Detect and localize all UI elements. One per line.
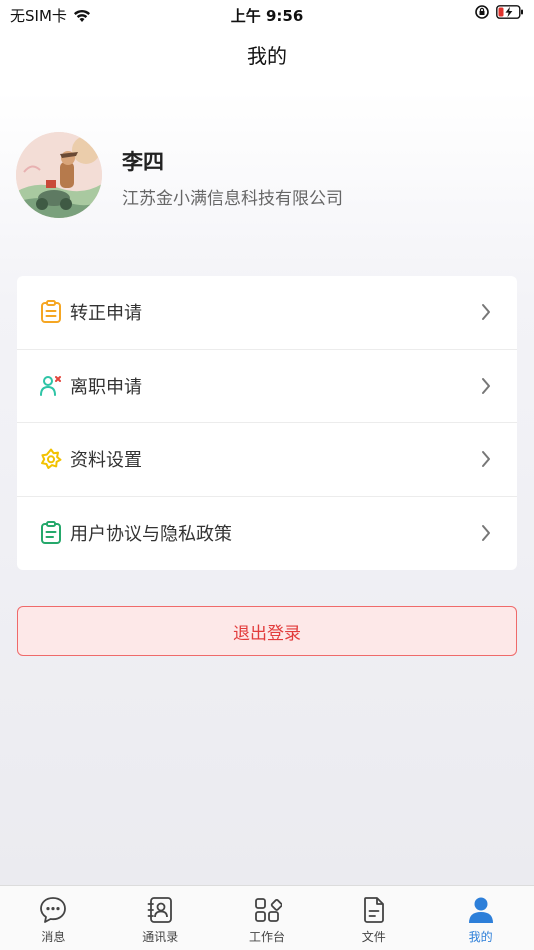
battery-charging-icon	[496, 5, 523, 19]
chevron-right-icon	[482, 451, 490, 467]
user-name: 李四	[122, 150, 164, 174]
menu-item-label: 离职申请	[70, 376, 142, 398]
profile-header[interactable]: 李四 江苏金小满信息科技有限公司	[16, 132, 516, 220]
person-icon	[468, 897, 493, 923]
chevron-right-icon	[482, 377, 490, 394]
menu-item-probation-application[interactable]: 转正申请	[17, 276, 517, 350]
avatar-illustration	[16, 132, 102, 218]
menu-item-profile-settings[interactable]: 资料设置	[17, 423, 517, 497]
menu-item-label: 资料设置	[70, 450, 142, 472]
tab-label: 我的	[468, 930, 493, 944]
page-title: 我的	[247, 44, 287, 68]
chat-bubble-icon	[40, 897, 67, 923]
workbench-icon	[255, 898, 282, 922]
company-name: 江苏金小满信息科技有限公司	[122, 189, 343, 209]
menu-item-resignation-application[interactable]: 离职申请	[17, 350, 517, 423]
flower-settings-icon	[39, 447, 63, 471]
chevron-right-icon	[482, 304, 490, 320]
chevron-right-icon	[482, 524, 490, 541]
tab-files[interactable]: 文件	[320, 886, 427, 950]
tab-messages[interactable]: 消息	[0, 886, 107, 950]
tab-workbench[interactable]: 工作台	[214, 886, 321, 950]
document-icon	[39, 521, 63, 545]
tab-contacts[interactable]: 通讯录	[107, 886, 214, 950]
menu-item-user-agreement-privacy[interactable]: 用户协议与隐私政策	[17, 497, 517, 571]
tab-label: 工作台	[248, 930, 285, 944]
tab-bar: 消息 通讯录 工作台 文件 我的	[0, 885, 534, 950]
settings-menu: 转正申请 离职申请 资料设置 用户协议与隐私政策	[17, 276, 517, 570]
logout-button[interactable]: 退出登录	[17, 606, 517, 656]
tab-me[interactable]: 我的	[427, 886, 534, 950]
status-time: 上午 9:56	[230, 7, 304, 25]
menu-item-label: 用户协议与隐私政策	[70, 524, 232, 546]
status-bar: 无SIM卡 上午 9:56	[0, 0, 534, 28]
tab-label: 文件	[361, 930, 386, 944]
status-right	[474, 4, 524, 20]
contacts-icon	[147, 897, 173, 923]
tab-label: 通讯录	[142, 930, 179, 944]
avatar[interactable]	[16, 132, 102, 218]
menu-item-label: 转正申请	[70, 303, 142, 325]
tab-label: 消息	[41, 930, 66, 944]
user-remove-icon	[39, 374, 63, 398]
orientation-lock-icon	[475, 5, 489, 19]
file-icon	[363, 897, 384, 923]
clipboard-icon	[39, 300, 63, 324]
